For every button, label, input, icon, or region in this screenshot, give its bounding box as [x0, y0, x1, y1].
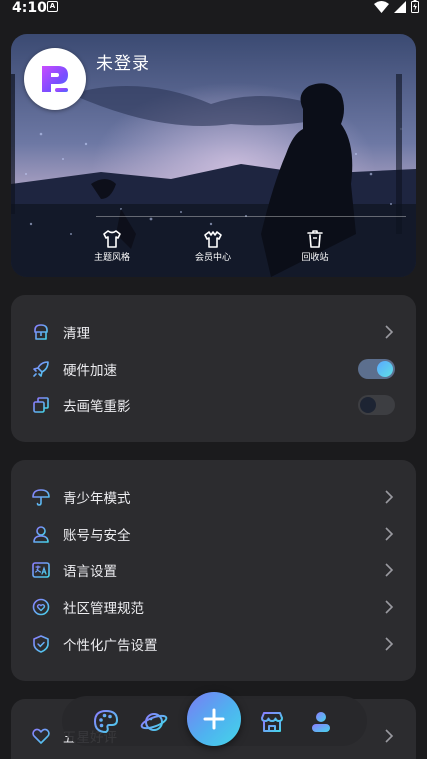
language-settings-row[interactable]: 语言设置	[11, 552, 416, 588]
copy-layers-icon	[33, 397, 49, 413]
chevron-right-icon	[385, 325, 394, 339]
username[interactable]: 未登录	[96, 49, 150, 74]
remove-brush-ghosting-row: 去画笔重影	[11, 387, 416, 423]
chevron-right-icon	[385, 527, 394, 541]
chevron-right-icon	[385, 637, 394, 651]
translate-icon	[32, 562, 50, 578]
app-logo-icon	[42, 66, 68, 92]
cleanup-label: 清理	[63, 326, 90, 342]
vip-center-label: 会员中心	[194, 253, 231, 263]
account-security-label: 账号与安全	[63, 528, 131, 544]
remove-brush-ghosting-label: 去画笔重影	[63, 399, 131, 415]
store-icon[interactable]	[258, 708, 286, 736]
youth-mode-label: 青少年模式	[63, 491, 131, 507]
ad-settings-label: 个性化广告设置	[63, 638, 158, 654]
rocket-icon	[33, 361, 49, 377]
vip-center-button[interactable]: 会员中心	[178, 230, 248, 263]
tshirt-icon	[103, 230, 121, 248]
settings-card-general: 清理 硬件加速 去画笔重影	[11, 295, 416, 442]
settings-card-account: 青少年模式 账号与安全 语言设置 社区管理规范 个性化广告设置	[11, 460, 416, 681]
add-button[interactable]	[187, 692, 241, 746]
language-settings-label: 语言设置	[63, 564, 117, 580]
system-icons	[374, 0, 419, 13]
chevron-right-icon	[385, 729, 394, 743]
crown-shirt-icon	[204, 231, 222, 248]
notification-icon: A	[47, 1, 58, 12]
recycle-bin-label: 回收站	[301, 253, 329, 263]
profile-icon[interactable]	[307, 708, 335, 736]
recycle-bin-button[interactable]: 回收站	[280, 230, 350, 263]
hardware-acceleration-label: 硬件加速	[63, 363, 117, 379]
shield-check-icon	[33, 635, 49, 653]
account-security-row[interactable]: 账号与安全	[11, 516, 416, 552]
wifi-icon	[374, 0, 389, 13]
trash-bin-icon	[307, 230, 323, 248]
youth-mode-row[interactable]: 青少年模式	[11, 479, 416, 515]
cleanup-row[interactable]: 清理	[11, 314, 416, 350]
remove-brush-ghosting-toggle[interactable]	[358, 395, 395, 415]
planet-icon[interactable]	[140, 708, 168, 736]
community-rules-row[interactable]: 社区管理规范	[11, 589, 416, 625]
theme-style-label: 主题风格	[93, 253, 130, 263]
status-bar: 4:10 A	[0, 0, 427, 28]
broom-icon	[34, 324, 48, 340]
hardware-acceleration-row: 硬件加速	[11, 351, 416, 387]
umbrella-icon	[32, 489, 50, 506]
theme-style-button[interactable]: 主题风格	[77, 230, 147, 263]
avatar[interactable]	[24, 48, 86, 110]
chevron-right-icon	[385, 600, 394, 614]
chevron-right-icon	[385, 563, 394, 577]
status-time: 4:10	[12, 0, 47, 16]
community-rules-label: 社区管理规范	[63, 601, 144, 617]
toggle-knob	[377, 361, 393, 377]
chevron-right-icon	[385, 490, 394, 504]
hardware-acceleration-toggle[interactable]	[358, 359, 395, 379]
header-divider	[96, 216, 406, 217]
signal-icon	[394, 0, 406, 13]
palette-icon[interactable]	[92, 708, 120, 736]
user-icon	[33, 526, 49, 543]
heart-icon	[32, 728, 50, 744]
profile-header: 未登录 主题风格 会员中心 回收站	[11, 34, 416, 277]
ad-settings-row[interactable]: 个性化广告设置	[11, 626, 416, 662]
toggle-knob	[360, 397, 376, 413]
battery-icon	[411, 0, 419, 13]
heart-badge-icon	[32, 598, 50, 616]
add-icon	[203, 708, 225, 730]
